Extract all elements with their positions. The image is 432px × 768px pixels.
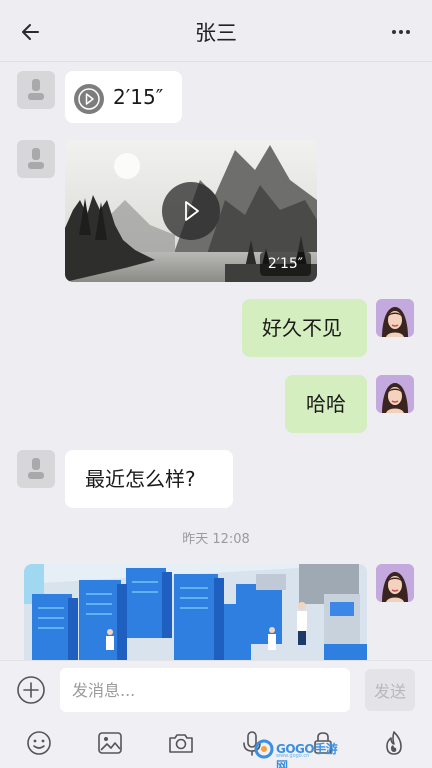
more-dots-icon[interactable] (388, 19, 414, 45)
contact-avatar[interactable] (17, 71, 55, 109)
girl-avatar-icon (376, 564, 414, 602)
message-text: 最近怎么样? (85, 467, 196, 491)
camera-icon[interactable] (166, 728, 196, 758)
send-button[interactable]: 发送 (365, 669, 415, 711)
message-input[interactable] (60, 668, 350, 712)
default-avatar-icon (28, 79, 44, 100)
voice-duration: 2′15″ (113, 85, 164, 109)
user-avatar[interactable] (376, 375, 414, 413)
girl-avatar-icon (376, 299, 414, 337)
contact-avatar[interactable] (17, 140, 55, 178)
text-message-bubble[interactable]: 哈哈 (285, 375, 367, 433)
text-message-bubble[interactable]: 好久不见 (242, 299, 367, 357)
time-separator: 昨天 12:08 (182, 532, 250, 547)
voice-play-icon[interactable] (74, 84, 104, 114)
emoji-icon[interactable] (24, 728, 54, 758)
user-avatar[interactable] (376, 299, 414, 337)
watermark-subtext: www.gogo.cn (276, 753, 310, 759)
user-avatar[interactable] (376, 564, 414, 602)
input-toolbar (0, 718, 432, 768)
image-icon[interactable] (95, 728, 125, 758)
chat-header: 张三 (0, 0, 432, 62)
image-message[interactable] (24, 564, 367, 660)
girl-avatar-icon (376, 375, 414, 413)
default-avatar-icon (28, 458, 44, 479)
voice-message-bubble[interactable]: 2′15″ (65, 71, 182, 123)
fire-icon[interactable] (379, 728, 409, 758)
video-duration: 2′15″ (259, 252, 311, 276)
server-room-image (24, 564, 367, 660)
contact-avatar[interactable] (17, 450, 55, 488)
chat-title: 张三 (195, 21, 237, 45)
message-text: 好久不见 (262, 316, 342, 340)
message-text: 哈哈 (306, 392, 346, 416)
message-input-bar: 发送 (0, 660, 432, 718)
video-message[interactable]: 2′15″ (65, 140, 317, 282)
watermark-logo: GOGO手游网 www.gogo.cn (254, 739, 344, 768)
gogo-logo-icon (254, 739, 274, 759)
text-message-bubble[interactable]: 最近怎么样? (65, 450, 233, 508)
add-circle-icon[interactable] (16, 675, 46, 705)
default-avatar-icon (28, 148, 44, 169)
